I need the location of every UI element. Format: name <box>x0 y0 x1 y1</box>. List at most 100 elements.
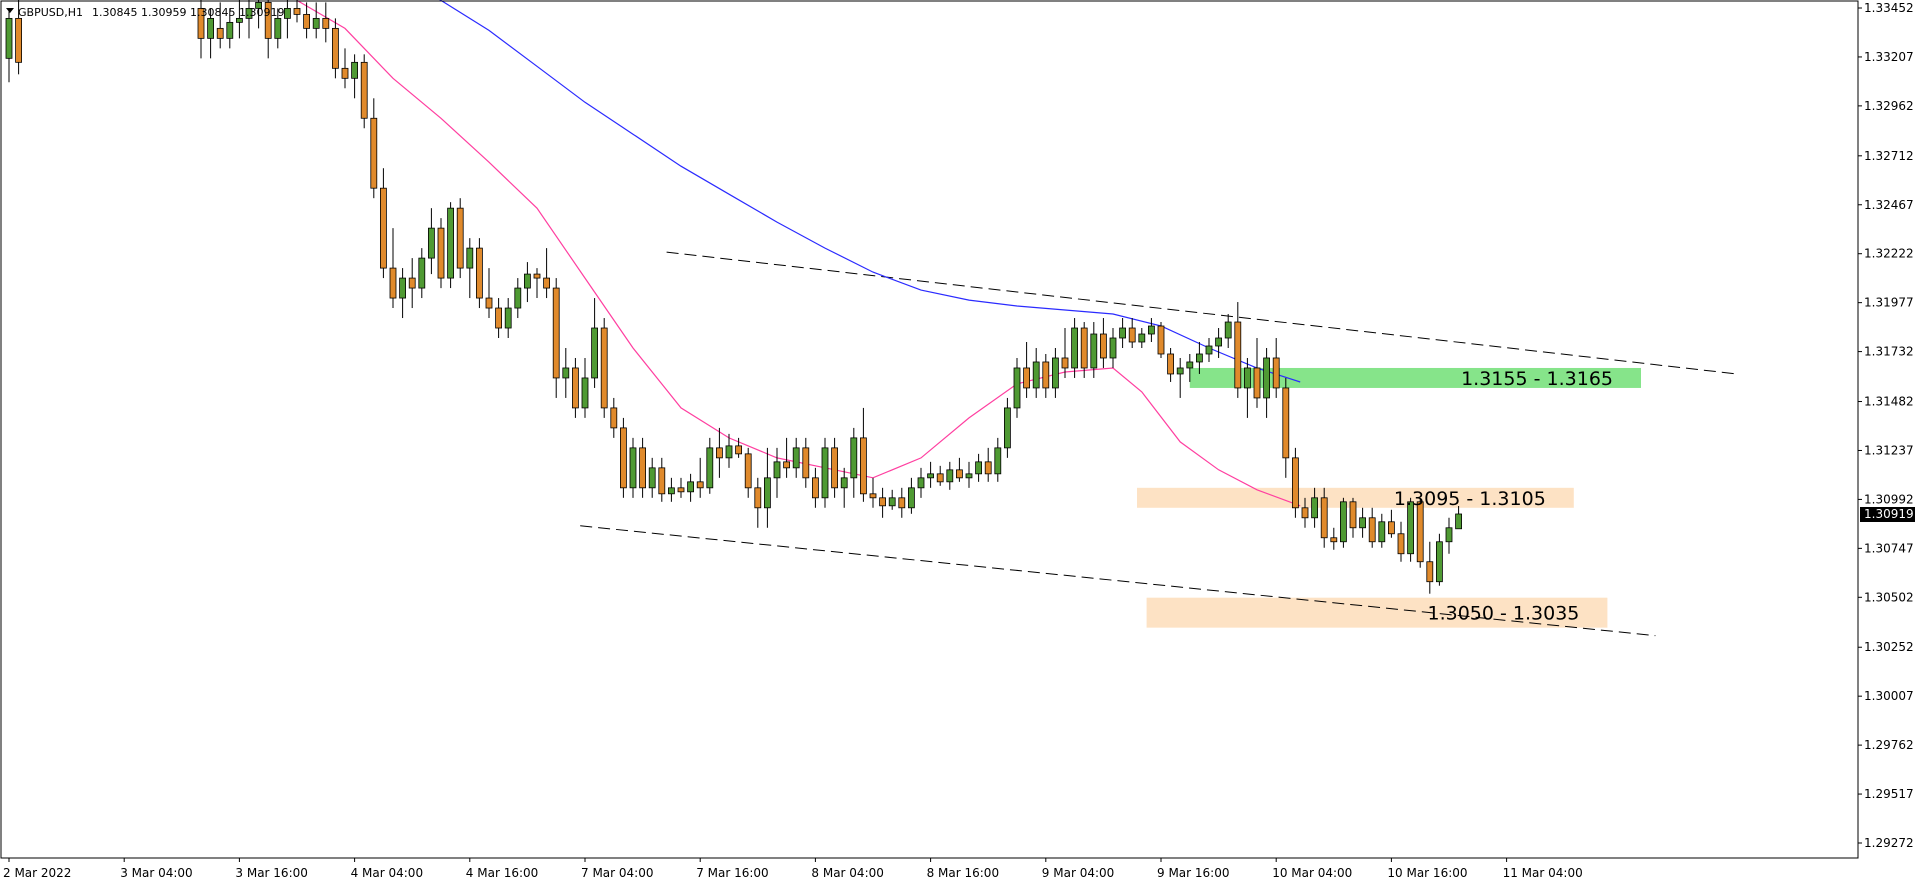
candle-body <box>658 467 666 495</box>
candle <box>389 228 397 309</box>
candle <box>399 268 407 319</box>
candle <box>581 357 589 418</box>
chart-header: GBPUSD,H1 1.30845 1.30959 1.30845 1.3091… <box>6 6 284 19</box>
candle-body <box>274 17 282 39</box>
candle <box>341 48 349 89</box>
candle-body <box>1378 521 1386 543</box>
candle-body <box>351 61 359 79</box>
candle <box>1138 328 1146 348</box>
time-tick-label: 4 Mar 16:00 <box>466 866 539 880</box>
candle-body <box>956 469 963 479</box>
time-tick-label: 3 Mar 16:00 <box>235 866 308 880</box>
time-tick-label: 11 Mar 04:00 <box>1503 866 1583 880</box>
candle <box>860 407 867 502</box>
candle-body <box>927 473 934 479</box>
candle-body <box>1320 497 1328 539</box>
candle-body <box>648 467 656 489</box>
candle <box>1032 347 1040 398</box>
candle <box>1100 318 1107 368</box>
candle-body <box>283 7 291 19</box>
price-tick-label: 1.31732 <box>1864 345 1914 359</box>
candle <box>475 238 483 309</box>
candle <box>946 461 954 490</box>
candle <box>370 98 378 199</box>
candle <box>562 347 570 398</box>
candle-body <box>1167 353 1174 375</box>
price-tick-label: 1.30992 <box>1864 492 1914 506</box>
candle <box>1436 533 1443 586</box>
candle <box>408 258 416 309</box>
candle <box>1042 353 1050 398</box>
candle <box>792 437 800 478</box>
candle <box>1253 338 1261 408</box>
candle <box>639 437 646 498</box>
candle <box>572 357 579 418</box>
candle-body <box>1330 537 1338 543</box>
time-tick-label: 8 Mar 16:00 <box>927 866 1000 880</box>
price-tick-label: 1.32222 <box>1864 247 1914 261</box>
candle-body <box>744 453 752 489</box>
candle-body <box>1205 345 1213 355</box>
candle-body <box>610 407 618 429</box>
candle-body <box>773 461 781 479</box>
zone-labels-layer: 1.3155 - 1.3165 1.3095 - 1.3105 1.3050 - 1… <box>1394 368 1613 625</box>
candle-body <box>1436 541 1443 583</box>
candle-body <box>341 67 349 79</box>
candle-body <box>1071 327 1078 369</box>
candle <box>552 278 560 398</box>
candle <box>360 54 368 129</box>
time-tick-label: 10 Mar 04:00 <box>1272 866 1352 880</box>
candle-body <box>1157 325 1165 355</box>
candle-body <box>600 327 608 409</box>
candle-body <box>879 497 886 507</box>
time-tick-label: 9 Mar 16:00 <box>1157 866 1230 880</box>
candle <box>312 2 320 39</box>
candle <box>485 268 493 319</box>
candle <box>879 487 886 518</box>
candle <box>917 467 925 498</box>
candle-body <box>1359 517 1366 529</box>
time-tick-label: 4 Mar 04:00 <box>351 866 424 880</box>
candle-body <box>504 307 512 329</box>
time-tick-label: 8 Mar 04:00 <box>811 866 884 880</box>
candle <box>610 397 618 438</box>
candle-body <box>1340 501 1347 543</box>
candle-body <box>1013 367 1021 409</box>
candle-body <box>485 297 493 309</box>
time-axis[interactable]: 2 Mar 2022 3 Mar 04:00 3 Mar 16:00 4 Mar 04… <box>3 858 1583 880</box>
candle <box>1292 447 1299 518</box>
candle <box>283 0 291 39</box>
candle <box>1128 318 1136 348</box>
candle-body <box>475 247 483 299</box>
support-zone-label: 1.3050 - 1.3035 <box>1427 603 1579 625</box>
price-chart[interactable]: 1.3155 - 1.3165 1.3095 - 1.3105 1.3050 - 1… <box>0 0 1916 884</box>
candle-body <box>831 447 838 489</box>
candle <box>1340 497 1347 548</box>
current-price-value: 1.30919 <box>1864 507 1914 521</box>
candle-body <box>725 445 733 459</box>
candle-body <box>591 327 598 379</box>
price-tick-label: 1.30502 <box>1864 590 1914 604</box>
candle-body <box>495 307 503 329</box>
candle-body <box>389 267 397 299</box>
candle <box>677 477 685 498</box>
candle-body <box>581 377 589 409</box>
candle-body <box>572 367 579 409</box>
candle-body <box>984 461 992 475</box>
price-axis[interactable]: 1.33452 1.33207 1.32962 1.32712 1.32467 1.322… <box>1858 1 1914 850</box>
time-tick-label: 9 Mar 04:00 <box>1042 866 1115 880</box>
candle <box>466 238 474 299</box>
candle-body <box>965 473 973 479</box>
candle <box>984 447 992 482</box>
candle <box>1426 541 1434 594</box>
candle <box>1176 357 1184 398</box>
candle <box>1013 357 1021 418</box>
candle <box>802 437 810 488</box>
candle-body <box>1148 325 1155 335</box>
time-tick-label: 7 Mar 04:00 <box>581 866 654 880</box>
dropdown-triangle-icon[interactable] <box>6 8 14 13</box>
candle <box>668 477 675 502</box>
trendlines-layer <box>580 251 1738 637</box>
candle-body <box>360 61 368 119</box>
candle <box>754 477 762 528</box>
